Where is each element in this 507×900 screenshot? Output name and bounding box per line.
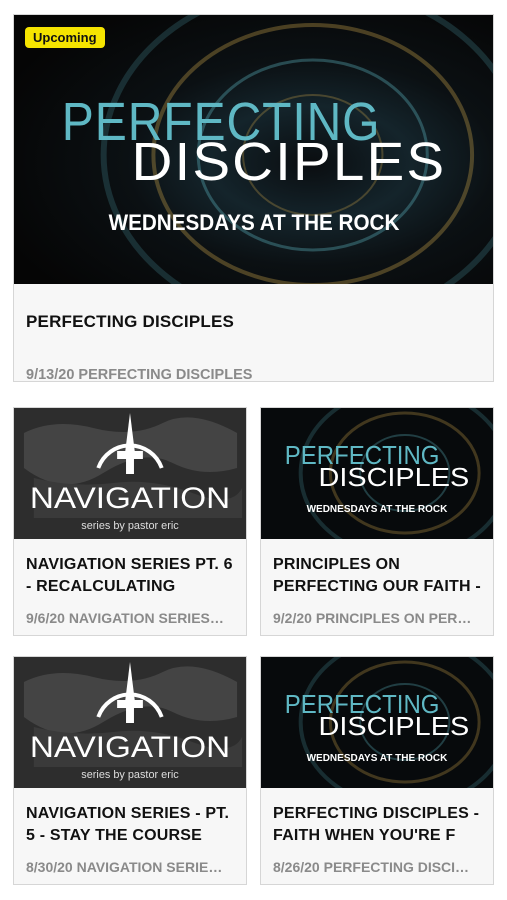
- sermon-card[interactable]: NAVIGATION series by pastor eric NAVIGAT…: [13, 656, 247, 885]
- sermon-card[interactable]: PERFECTING DISCIPLES WEDNESDAYS AT THE R…: [260, 407, 494, 636]
- art-series-name: NAVIGATION: [30, 731, 230, 764]
- sermon-artwork-navigation: NAVIGATION series by pastor eric: [14, 657, 246, 788]
- sermon-title: PERFECTING DISCIPLES - FAITH WHEN YOU'RE…: [273, 805, 480, 844]
- featured-sermon-artwork: PERFECTING DISCIPLES WEDNESDAYS AT THE R…: [14, 15, 493, 284]
- art-line2: DISCIPLES: [319, 464, 470, 492]
- sermon-card[interactable]: PERFECTING DISCIPLES WEDNESDAYS AT THE R…: [260, 656, 494, 885]
- art-series-tagline: series by pastor eric: [81, 769, 179, 781]
- sermon-artwork-perfecting: PERFECTING DISCIPLES WEDNESDAYS AT THE R…: [261, 408, 493, 539]
- sermon-artwork-navigation: NAVIGATION series by pastor eric: [14, 408, 246, 539]
- sermon-artwork-perfecting: PERFECTING DISCIPLES WEDNESDAYS AT THE R…: [261, 657, 493, 788]
- sermon-card[interactable]: NAVIGATION series by pastor eric NAVIGAT…: [13, 407, 247, 636]
- sermon-subtitle: 9/6/20 NAVIGATION SERIES…: [26, 610, 224, 626]
- sermon-title: NAVIGATION SERIES - PT. 5 - STAY THE COU…: [26, 805, 230, 844]
- art-tagline: WEDNESDAYS AT THE ROCK: [109, 210, 400, 235]
- art-series-name: NAVIGATION: [30, 482, 230, 515]
- art-series-tagline: series by pastor eric: [81, 520, 179, 532]
- featured-title: PERFECTING DISCIPLES: [26, 312, 235, 331]
- art-tagline: WEDNESDAYS AT THE ROCK: [307, 504, 449, 515]
- art-tagline: WEDNESDAYS AT THE ROCK: [307, 753, 449, 764]
- art-line2: DISCIPLES: [132, 132, 447, 192]
- sermon-subtitle: 9/2/20 PRINCIPLES ON PER…: [273, 610, 472, 626]
- upcoming-badge: Upcoming: [25, 27, 105, 48]
- art-line2: DISCIPLES: [319, 713, 470, 741]
- featured-subtitle: 9/13/20 PERFECTING DISCIPLES: [26, 367, 253, 382]
- sermon-title: PRINCIPLES ON PERFECTING OUR FAITH - THE…: [273, 556, 481, 595]
- sermon-subtitle: 8/30/20 NAVIGATION SERIE…: [26, 859, 223, 875]
- featured-sermon-card[interactable]: PERFECTING DISCIPLES WEDNESDAYS AT THE R…: [13, 14, 494, 382]
- sermon-subtitle: 8/26/20 PERFECTING DISCI…: [273, 859, 470, 875]
- sermon-title: NAVIGATION SERIES PT. 6 - RECALCULATING: [26, 556, 233, 595]
